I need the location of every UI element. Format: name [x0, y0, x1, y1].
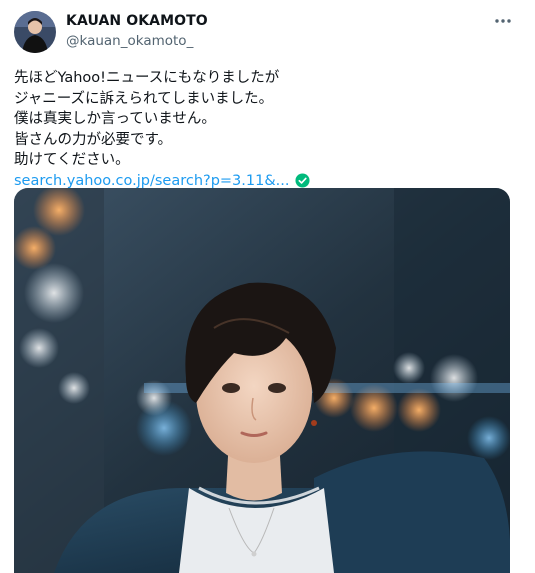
avatar[interactable] [14, 11, 56, 53]
tweet-text-line: 僕は真実しか言っていません。 [14, 111, 216, 127]
user-handle[interactable]: @kauan_okamoto_ [66, 33, 193, 49]
tweet-photo[interactable] [14, 188, 510, 573]
tweet-text-line: 皆さんの力が必要です。 [14, 131, 173, 148]
display-name[interactable]: KAUAN OKAMOTO [66, 13, 208, 29]
portrait-photo [14, 188, 510, 573]
tweet-text-line: 助けてください。 [14, 152, 130, 168]
tweet-card: KAUAN OKAMOTO @kauan_okamoto_ 先ほどYahoo!ニ… [0, 0, 535, 573]
more-horizontal-icon [495, 19, 511, 23]
tweet-text: 先ほどYahoo!ニュースにもなりましたが ジャニーズに訴えられてしまいました。… [14, 68, 514, 191]
more-options-button[interactable] [490, 10, 516, 32]
check-circle-icon [295, 173, 311, 188]
tweet-text-line: ジャニーズに訴えられてしまいました。 [14, 90, 274, 107]
tweet-text-line: 先ほどYahoo!ニュースにもなりましたが [14, 70, 280, 86]
